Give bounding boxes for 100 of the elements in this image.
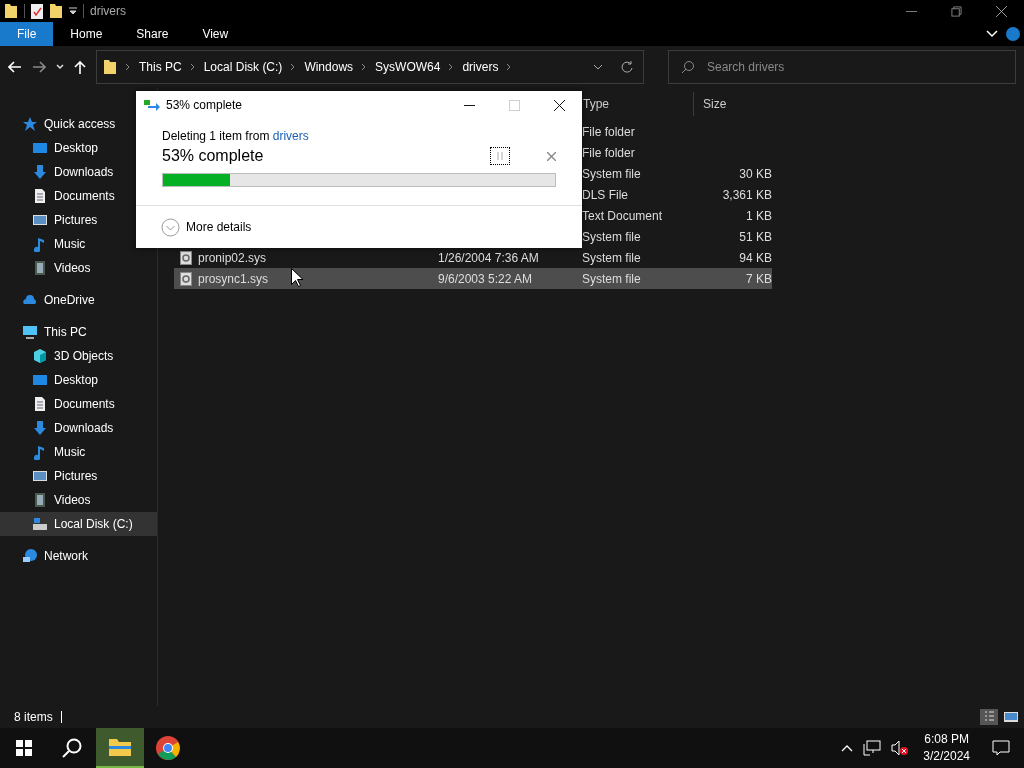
gear-file-icon	[180, 250, 192, 265]
ribbon-tab[interactable]: Home	[53, 22, 120, 46]
clock-date[interactable]: 3/2/2024	[923, 748, 970, 765]
film-icon	[32, 492, 48, 508]
search-input[interactable]: Search drivers	[705, 59, 1003, 75]
file-date: 9/6/2003 5:22 AM	[438, 271, 533, 286]
breadcrumb-item[interactable]: drivers	[462, 60, 499, 74]
chevron-right-icon	[506, 63, 513, 71]
cube-icon	[32, 348, 48, 364]
sidebar-item[interactable]: OneDrive	[0, 288, 157, 312]
notification-icon[interactable]	[992, 740, 1010, 756]
star-icon	[22, 116, 38, 132]
copy-arrow-icon	[144, 99, 160, 111]
picture-icon	[32, 468, 48, 484]
sidebar-item[interactable]: Local Disk (C:)	[0, 512, 157, 536]
file-size: 51 KB	[739, 229, 772, 244]
dropdown-icon[interactable]	[69, 7, 77, 15]
refresh-icon[interactable]	[621, 61, 633, 73]
chevron-right-icon	[290, 63, 297, 71]
sidebar-item[interactable]: Downloads	[0, 160, 157, 184]
thumbnail-view-icon[interactable]	[1002, 709, 1020, 725]
file-type: System file	[582, 271, 641, 286]
sidebar-item[interactable]: Desktop	[0, 368, 157, 392]
sidebar-item[interactable]: Network	[0, 544, 157, 568]
speaker-muted-icon[interactable]	[891, 740, 910, 756]
mouse-pointer-icon	[291, 268, 303, 287]
sidebar-item[interactable]: 3D Objects	[0, 344, 157, 368]
search-icon	[62, 738, 82, 758]
drive-icon	[32, 516, 48, 532]
window-title: drivers	[90, 4, 126, 18]
help-icon[interactable]	[1006, 27, 1020, 41]
column-header[interactable]: Size	[693, 92, 773, 116]
breadcrumb-item[interactable]: Windows	[304, 60, 354, 74]
file-size: 7 KB	[746, 271, 772, 286]
file-name: prosync1.sys	[198, 271, 269, 286]
sidebar-item[interactable]: This PC	[0, 320, 157, 344]
sidebar-item[interactable]: Downloads	[0, 416, 157, 440]
film-icon	[32, 260, 48, 276]
back-arrow-icon[interactable]	[8, 61, 22, 73]
folder-icon	[4, 3, 18, 19]
up-arrow-icon[interactable]	[74, 60, 86, 74]
document-icon	[32, 396, 48, 412]
sidebar-item[interactable]: Pictures	[0, 208, 157, 232]
close-icon[interactable]	[554, 99, 565, 111]
monitor-icon	[32, 372, 48, 388]
close-icon[interactable]	[996, 5, 1007, 17]
ribbon-tab[interactable]: View	[185, 22, 246, 46]
progress-label: 53% complete	[162, 147, 264, 165]
sidebar-item[interactable]: Videos	[0, 256, 157, 280]
breadcrumb-item[interactable]: SysWOW64	[375, 60, 441, 74]
sidebar-item[interactable]: Pictures	[0, 464, 157, 488]
forward-arrow-icon[interactable]	[32, 61, 46, 73]
chevron-down-icon[interactable]	[593, 64, 603, 70]
sidebar-item[interactable]: Music	[0, 232, 157, 256]
pause-button[interactable]	[490, 147, 510, 165]
sidebar-item[interactable]: Documents	[0, 392, 157, 416]
sidebar-item[interactable]: Music	[0, 440, 157, 464]
picture-icon	[32, 212, 48, 228]
file-type: DLS File	[582, 187, 628, 202]
sidebar-item[interactable]: Quick access	[0, 112, 157, 136]
folder-icon	[109, 738, 131, 756]
sidebar-item[interactable]: Documents	[0, 184, 157, 208]
file-date: 1/26/2004 7:36 AM	[438, 250, 539, 265]
properties-icon[interactable]	[31, 3, 43, 19]
search-icon	[681, 60, 695, 74]
new-folder-icon	[49, 3, 63, 19]
chevron-right-icon	[361, 63, 368, 71]
monitor-icon	[32, 140, 48, 156]
file-type: System file	[582, 229, 641, 244]
maximize-icon[interactable]	[951, 5, 962, 17]
folder-link[interactable]: drivers	[272, 129, 309, 143]
document-icon	[32, 188, 48, 204]
chevron-up-icon[interactable]	[841, 744, 854, 752]
file-type: System file	[582, 166, 641, 181]
breadcrumb-item[interactable]: Local Disk (C:)	[203, 60, 283, 74]
windows-icon	[16, 740, 32, 756]
item-count: 8 items	[14, 710, 53, 724]
gear-file-icon	[180, 271, 192, 286]
taskbar-app[interactable]	[96, 728, 144, 768]
file-row[interactable]: prosync1.sys 9/6/2003 5:22 AM System file 7 KB	[174, 268, 772, 289]
file-row[interactable]: pronip02.sys 1/26/2004 7:36 AM System file 94 KB	[174, 247, 772, 268]
sidebar-item[interactable]: Desktop	[0, 136, 157, 160]
dialog-title: 53% complete	[166, 98, 243, 112]
download-icon	[32, 420, 48, 436]
more-details-link[interactable]: More details	[186, 220, 252, 234]
chevron-right-icon	[189, 63, 196, 71]
computer-icon	[22, 324, 38, 340]
network-icon[interactable]	[863, 740, 882, 756]
chevron-right-icon	[125, 63, 131, 71]
sidebar-item[interactable]: Videos	[0, 488, 157, 512]
ribbon-tab[interactable]: Share	[119, 22, 186, 46]
file-name: pronip02.sys	[198, 250, 267, 265]
search-field[interactable]: Search drivers	[668, 50, 1016, 84]
breadcrumb-item[interactable]: This PC	[139, 60, 182, 74]
browser-icon	[156, 736, 180, 760]
file-size: 94 KB	[739, 250, 772, 265]
ribbon-tab[interactable]: File	[0, 22, 54, 46]
file-type: System file	[582, 250, 641, 265]
chevron-right-icon	[448, 63, 455, 71]
clock-time[interactable]: 6:08 PM	[924, 731, 969, 748]
